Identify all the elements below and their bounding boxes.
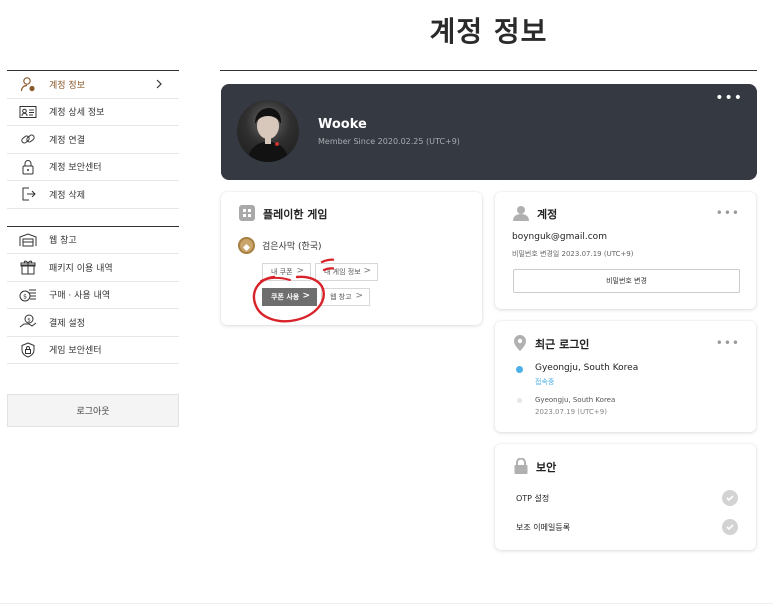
more-options-button[interactable]: •••	[715, 90, 743, 106]
sidebar-item-purchase-history[interactable]: $ 구매 · 사용 내역	[7, 282, 179, 309]
avatar	[237, 100, 299, 162]
profile-name: Wooke	[318, 117, 367, 132]
login-location: Gyeongju, South Korea	[535, 396, 616, 404]
svg-text:$: $	[23, 293, 27, 300]
sidebar-account-group: 계정 정보 계정 상세 정보 계정 연결 계정 보안센터 계정 삭제	[7, 70, 179, 209]
sidebar-item-game-security[interactable]: 게임 보안센터	[7, 337, 179, 364]
black-desert-logo-icon	[238, 237, 255, 254]
warehouse-icon	[19, 231, 37, 249]
payment-hand-icon: $	[19, 313, 37, 331]
footer-divider	[0, 603, 773, 604]
account-card: 계정 ••• boynguk@gmail.com 비밀번호 변경일 2023.0…	[495, 192, 756, 309]
button-label: 웹 창고	[330, 293, 352, 301]
login-status: 접속중	[535, 378, 555, 386]
profile-card: Wooke Member Since 2020.02.25 (UTC+9) ••…	[221, 84, 757, 180]
location-pin-icon	[514, 335, 526, 355]
login-location: Gyeongju, South Korea	[535, 363, 639, 373]
chevron-right-icon: >	[363, 266, 371, 276]
checkmark-icon[interactable]	[722, 490, 738, 506]
sidebar-item-label: 패키지 이용 내역	[49, 263, 113, 274]
title-divider	[220, 70, 757, 71]
chevron-right-icon: >	[302, 291, 310, 301]
web-storage-button[interactable]: 웹 창고 >	[321, 288, 370, 306]
backup-email-label: 보조 이메일등록	[516, 523, 571, 532]
login-time: 2023.07.19 (UTC+9)	[535, 408, 607, 416]
sidebar-item-payment-settings[interactable]: $ 결제 설정	[7, 309, 179, 337]
my-game-info-button[interactable]: 내 게임 정보 >	[315, 263, 378, 281]
sidebar-item-package-history[interactable]: 패키지 이용 내역	[7, 254, 179, 282]
sidebar-item-account-security[interactable]: 계정 보안센터	[7, 154, 179, 181]
logout-button[interactable]: 로그아웃	[7, 394, 179, 427]
security-title: 보안	[536, 461, 557, 474]
user-settings-icon	[19, 75, 37, 93]
sidebar: 계정 정보 계정 상세 정보 계정 연결 계정 보안센터 계정 삭제 웹 창고 …	[7, 70, 179, 427]
sidebar-item-account-link[interactable]: 계정 연결	[7, 126, 179, 154]
sidebar-item-label: 게임 보안센터	[49, 346, 102, 357]
online-status-dot	[516, 366, 523, 373]
button-label: 쿠폰 사용	[271, 293, 300, 301]
more-options-button[interactable]: •••	[716, 336, 740, 350]
sidebar-item-account-details[interactable]: 계정 상세 정보	[7, 99, 179, 126]
sidebar-item-web-storage[interactable]: 웹 창고	[7, 227, 179, 254]
exit-icon	[19, 185, 37, 203]
recent-login-title: 최근 로그인	[535, 338, 590, 351]
otp-settings-label: OTP 설정	[516, 494, 550, 503]
sidebar-item-label: 계정 삭제	[49, 190, 85, 201]
sidebar-item-label: 계정 보안센터	[49, 163, 102, 174]
lock-icon	[514, 457, 528, 478]
sidebar-item-label: 계정 정보	[49, 80, 85, 91]
account-email: boynguk@gmail.com	[512, 232, 607, 242]
id-card-icon	[19, 103, 37, 121]
link-icon	[19, 130, 37, 148]
game-name: 검은사막 (한국)	[262, 242, 322, 252]
sidebar-item-label: 결제 설정	[49, 318, 85, 329]
more-options-button[interactable]: •••	[716, 206, 740, 220]
page-title: 계정 정보	[429, 15, 548, 48]
change-password-button[interactable]: 비밀번호 변경	[513, 269, 740, 293]
chevron-right-icon: >	[355, 291, 363, 301]
account-title: 계정	[537, 208, 558, 221]
shield-lock-icon	[19, 341, 37, 359]
sidebar-game-group: 웹 창고 패키지 이용 내역 $ 구매 · 사용 내역 $ 결제 설정 게임 보…	[7, 225, 179, 364]
chevron-right-icon	[153, 78, 165, 90]
sidebar-item-account-info[interactable]: 계정 정보	[7, 71, 179, 99]
played-games-card: 플레이한 게임 검은사막 (한국) 내 쿠폰 > 내 게임 정보 > 쿠폰 사용…	[221, 192, 482, 325]
coins-icon: $	[19, 286, 37, 304]
gift-icon	[19, 258, 37, 276]
sidebar-item-label: 계정 상세 정보	[49, 108, 105, 119]
sidebar-item-label: 계정 연결	[49, 135, 85, 146]
coupon-use-button[interactable]: 쿠폰 사용 >	[262, 288, 317, 306]
my-coupon-button[interactable]: 내 쿠폰 >	[262, 263, 311, 281]
password-changed-date: 비밀번호 변경일 2023.07.19 (UTC+9)	[512, 250, 634, 258]
lock-icon	[19, 158, 37, 176]
grid-icon	[239, 205, 255, 221]
chevron-right-icon: >	[296, 266, 304, 276]
user-icon	[513, 205, 529, 225]
security-card: 보안 OTP 설정 보조 이메일등록	[495, 444, 756, 550]
offline-status-dot	[517, 398, 522, 403]
played-games-title: 플레이한 게임	[263, 208, 328, 221]
svg-text:$: $	[27, 318, 31, 324]
checkmark-icon[interactable]	[722, 519, 738, 535]
recent-login-card: 최근 로그인 ••• Gyeongju, South Korea 접속중 Gye…	[495, 321, 756, 432]
sidebar-item-label: 웹 창고	[49, 236, 77, 247]
member-since: Member Since 2020.02.25 (UTC+9)	[318, 137, 460, 146]
sidebar-item-account-delete[interactable]: 계정 삭제	[7, 181, 179, 209]
button-label: 내 게임 정보	[324, 268, 361, 276]
sidebar-item-label: 구매 · 사용 내역	[49, 291, 111, 302]
button-label: 내 쿠폰	[271, 268, 293, 276]
